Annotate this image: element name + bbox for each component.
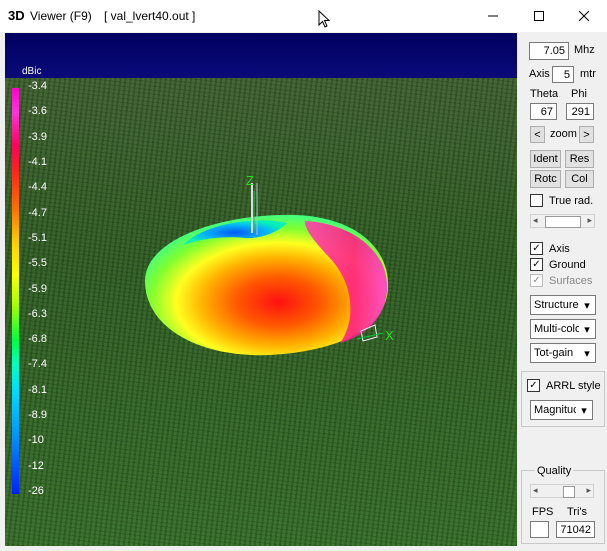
theta-label: Theta [530, 88, 559, 100]
x-axis-label: X [385, 328, 394, 343]
ident-button[interactable]: Ident [530, 150, 561, 168]
surfaces-checkbox: ✓ Surfaces [530, 274, 592, 287]
axis-length-field[interactable]: 5 [552, 66, 574, 83]
3d-viewport[interactable]: dBic -3.4 -3.6 -3.9 -4.1 -4.4 -4.7 -5.1 -5.5 -5.… [5, 33, 517, 546]
gain-select[interactable]: Tot-gain ▾ [530, 343, 596, 363]
title-bar: 3D Viewer (F9) [ val_lvert40.out ] [0, 0, 607, 32]
dropdown-arrow-icon: ▾ [579, 320, 595, 338]
cursor-icon [318, 10, 330, 28]
slider-right-icon: ▸ [587, 215, 592, 225]
dropdown-arrow-icon: ▾ [579, 296, 595, 314]
check-icon: ✓ [530, 274, 543, 287]
quality-label: Quality [535, 465, 574, 477]
axis-checkbox[interactable]: ✓ Axis [530, 242, 570, 255]
checkbox-box [530, 194, 543, 207]
check-icon: ✓ [530, 258, 543, 271]
axis-unit: mtr [580, 68, 596, 80]
minimize-icon [488, 15, 498, 17]
maximize-button[interactable] [516, 0, 562, 32]
zoom-out-button[interactable]: < [530, 126, 545, 143]
rotc-button[interactable]: Rotc [530, 170, 561, 188]
dropdown-arrow-icon: ▾ [579, 344, 595, 362]
res-button[interactable]: Res [565, 150, 594, 168]
surfaces-checkbox-label: Surfaces [549, 274, 593, 287]
slider-left-icon: ◂ [533, 485, 538, 495]
zoom-in-button[interactable]: > [579, 126, 594, 143]
tris-label: Tri's [567, 506, 588, 518]
file-name: [ val_lvert40.out ] [104, 9, 196, 23]
slider-right-icon: ▸ [586, 485, 591, 495]
color-mode-select[interactable]: Multi-colo ▾ [530, 319, 596, 339]
slider-left-icon: ◂ [533, 215, 538, 225]
axis-label: Axis [529, 68, 550, 80]
arrl-style-label: ARRL style [546, 379, 601, 392]
magnitude-select[interactable]: Magnituc ▾ [530, 400, 593, 420]
check-icon: ✓ [527, 379, 540, 392]
check-icon: ✓ [530, 242, 543, 255]
tris-field: 71042 [556, 521, 595, 538]
slider-thumb[interactable] [563, 486, 575, 498]
structure-select-value: Structure [534, 299, 579, 311]
ground-checkbox[interactable]: ✓ Ground [530, 258, 586, 271]
axis-checkbox-label: Axis [549, 242, 570, 255]
arrl-style-checkbox[interactable]: ✓ ARRL style [527, 379, 601, 392]
close-button[interactable] [561, 0, 607, 32]
z-axis-label: Z [246, 173, 254, 188]
true-rad-slider[interactable]: ◂ ▸ [530, 214, 595, 228]
control-panel: 7.05 Mhz Axis 5 mtr Theta Phi 67 291 < z… [519, 33, 607, 546]
maximize-icon [534, 11, 544, 21]
theta-field[interactable]: 67 [530, 103, 557, 120]
zoom-label: zoom [550, 128, 577, 140]
gain-select-value: Tot-gain [534, 347, 574, 359]
color-mode-select-value: Multi-colo [534, 323, 582, 335]
true-rad-label: True rad. [549, 194, 594, 207]
true-rad-checkbox[interactable]: True rad. [530, 194, 593, 207]
frequency-unit: Mhz [574, 44, 595, 56]
window-title: Viewer (F9) [30, 9, 92, 23]
col-button[interactable]: Col [565, 170, 594, 188]
app-3d-icon: 3D [8, 8, 25, 23]
phi-label: Phi [571, 88, 587, 100]
phi-field[interactable]: 291 [566, 103, 594, 120]
slider-thumb[interactable] [545, 216, 581, 228]
quality-slider[interactable]: ◂ ▸ [530, 484, 594, 498]
magnitude-select-value: Magnituc [534, 404, 579, 416]
ground-checkbox-label: Ground [549, 258, 586, 271]
close-icon [579, 11, 589, 21]
minimize-button[interactable] [470, 0, 516, 32]
x-axis-line [356, 332, 384, 340]
fps-field [530, 521, 549, 538]
fps-label: FPS [532, 506, 554, 518]
radiation-pattern: Z X [145, 173, 394, 356]
dropdown-arrow-icon: ▾ [576, 401, 592, 419]
frequency-field[interactable]: 7.05 [529, 42, 569, 60]
structure-select[interactable]: Structure ▾ [530, 295, 596, 315]
